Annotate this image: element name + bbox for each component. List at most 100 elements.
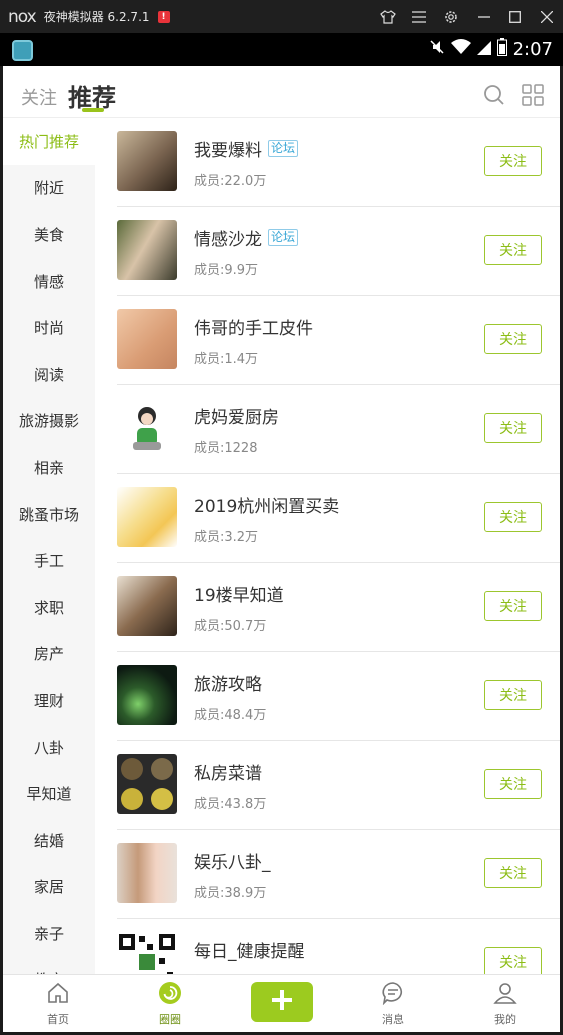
follow-button[interactable]: 关注 bbox=[484, 769, 542, 799]
nav-circle-label: 圈圈 bbox=[159, 1013, 181, 1026]
group-name: 每日_健康提醒 bbox=[194, 942, 305, 962]
follow-button[interactable]: 关注 bbox=[484, 947, 542, 974]
group-thumbnail bbox=[117, 665, 177, 725]
list-item[interactable]: 伟哥的手工皮件 成员:1.4万 关注 bbox=[117, 296, 560, 385]
group-name: 伟哥的手工皮件 bbox=[194, 319, 313, 339]
settings-gear-icon[interactable] bbox=[440, 6, 462, 28]
nav-messages[interactable]: 消息 bbox=[353, 975, 433, 1032]
minimize-icon[interactable] bbox=[473, 6, 495, 28]
chat-bubble-icon bbox=[381, 981, 405, 1009]
list-item[interactable]: 我要爆料 论坛 成员:22.0万 关注 bbox=[117, 118, 560, 207]
sidebar-item-handcraft[interactable]: 手工 bbox=[3, 537, 95, 584]
sidebar-item-fashion[interactable]: 时尚 bbox=[3, 304, 95, 351]
list-item[interactable]: 19楼早知道 成员:50.7万 关注 bbox=[117, 563, 560, 652]
group-name: 虎妈爱厨房 bbox=[194, 408, 279, 428]
list-item[interactable]: 旅游攻略 成员:48.4万 关注 bbox=[117, 652, 560, 741]
app-notification-icon bbox=[12, 40, 33, 61]
nav-mine-label: 我的 bbox=[494, 1013, 516, 1026]
plus-icon bbox=[270, 988, 294, 1016]
sidebar-item-emotion[interactable]: 情感 bbox=[3, 258, 95, 305]
category-sidebar: 热门推荐 附近 美食 情感 时尚 阅读 旅游摄影 相亲 跳蚤市场 手工 求职 房… bbox=[3, 118, 95, 974]
sidebar-item-real-estate[interactable]: 房产 bbox=[3, 631, 95, 678]
nox-logo: nox bbox=[8, 6, 37, 27]
sidebar-item-education[interactable]: 教育 bbox=[3, 957, 95, 974]
circle-swirl-icon bbox=[158, 981, 182, 1009]
member-count: 成员:22.0万 bbox=[194, 174, 267, 189]
skin-shirt-icon[interactable] bbox=[377, 6, 399, 28]
list-item[interactable]: 2019杭州闲置买卖 成员:3.2万 关注 bbox=[117, 474, 560, 563]
clock: 2:07 bbox=[512, 39, 553, 60]
sidebar-item-food[interactable]: 美食 bbox=[3, 211, 95, 258]
follow-button[interactable]: 关注 bbox=[484, 858, 542, 888]
search-icon[interactable] bbox=[483, 84, 505, 106]
group-name: 私房菜谱 bbox=[194, 764, 262, 784]
follow-button[interactable]: 关注 bbox=[484, 413, 542, 443]
top-bar: 关注 推荐 bbox=[3, 66, 560, 118]
member-count: 成员:48.4万 bbox=[194, 708, 267, 723]
member-count: 成员:1228 bbox=[194, 441, 258, 456]
member-count: 成员:43.8万 bbox=[194, 797, 267, 812]
group-thumbnail bbox=[117, 843, 177, 903]
group-name: 19楼早知道 bbox=[194, 586, 284, 606]
group-thumbnail bbox=[117, 932, 177, 974]
sidebar-item-nearby[interactable]: 附近 bbox=[3, 165, 95, 212]
battery-icon bbox=[496, 38, 507, 61]
list-item[interactable]: 每日_健康提醒 关注 bbox=[117, 919, 560, 974]
group-thumbnail bbox=[117, 131, 177, 191]
nav-mine[interactable]: 我的 bbox=[465, 975, 545, 1032]
warning-icon[interactable]: ! bbox=[157, 10, 170, 23]
forum-tag: 论坛 bbox=[268, 140, 299, 157]
group-list: 我要爆料 论坛 成员:22.0万 关注 情感沙龙 论坛 成员:9.9万 关注 伟哥的… bbox=[95, 118, 560, 974]
maximize-icon[interactable] bbox=[504, 6, 526, 28]
emulator-title: 夜神模拟器 6.2.7.1 bbox=[43, 10, 150, 24]
sidebar-item-jobs[interactable]: 求职 bbox=[3, 584, 95, 631]
mute-icon bbox=[429, 39, 445, 60]
android-status-bar: 2:07 bbox=[0, 33, 563, 66]
group-name: 旅游攻略 bbox=[194, 675, 262, 695]
member-count: 成员:50.7万 bbox=[194, 619, 267, 634]
create-post-button[interactable] bbox=[251, 982, 313, 1022]
sidebar-item-flea-market[interactable]: 跳蚤市场 bbox=[3, 491, 95, 538]
sidebar-item-travel-photo[interactable]: 旅游摄影 bbox=[3, 398, 95, 445]
sidebar-item-wedding[interactable]: 结婚 bbox=[3, 817, 95, 864]
follow-button[interactable]: 关注 bbox=[484, 591, 542, 621]
group-thumbnail bbox=[117, 487, 177, 547]
group-thumbnail bbox=[117, 576, 177, 636]
sidebar-item-finance[interactable]: 理财 bbox=[3, 677, 95, 724]
app-screen: 关注 推荐 热门推荐 附近 美食 情感 时尚 阅读 旅游摄影 相亲 跳蚤市场 手… bbox=[3, 66, 560, 1032]
tab-follow[interactable]: 关注 bbox=[21, 84, 57, 110]
group-name: 情感沙龙 bbox=[194, 230, 262, 250]
group-name: 娱乐八卦_ bbox=[194, 853, 271, 873]
group-name: 我要爆料 bbox=[194, 141, 262, 161]
sidebar-item-parenting[interactable]: 亲子 bbox=[3, 910, 95, 957]
menu-icon[interactable] bbox=[408, 6, 430, 28]
member-count: 成员:3.2万 bbox=[194, 530, 259, 545]
nav-circle[interactable]: 圈圈 bbox=[130, 975, 210, 1032]
home-icon bbox=[46, 981, 70, 1009]
follow-button[interactable]: 关注 bbox=[484, 324, 542, 354]
list-item[interactable]: 娱乐八卦_ 成员:38.9万 关注 bbox=[117, 830, 560, 919]
group-thumbnail bbox=[117, 754, 177, 814]
close-icon[interactable] bbox=[536, 6, 558, 28]
sidebar-item-early-news[interactable]: 早知道 bbox=[3, 770, 95, 817]
sidebar-item-reading[interactable]: 阅读 bbox=[3, 351, 95, 398]
list-item[interactable]: 虎妈爱厨房 成员:1228 关注 bbox=[117, 385, 560, 474]
forum-tag: 论坛 bbox=[268, 229, 299, 246]
sidebar-item-dating[interactable]: 相亲 bbox=[3, 444, 95, 491]
member-count: 成员:1.4万 bbox=[194, 352, 259, 367]
follow-button[interactable]: 关注 bbox=[484, 146, 542, 176]
grid-apps-icon[interactable] bbox=[522, 84, 544, 106]
group-thumbnail bbox=[117, 309, 177, 369]
sidebar-item-gossip[interactable]: 八卦 bbox=[3, 724, 95, 771]
group-thumbnail bbox=[117, 220, 177, 280]
follow-button[interactable]: 关注 bbox=[484, 680, 542, 710]
list-item[interactable]: 私房菜谱 成员:43.8万 关注 bbox=[117, 741, 560, 830]
sidebar-item-home[interactable]: 家居 bbox=[3, 864, 95, 911]
list-item[interactable]: 情感沙龙 论坛 成员:9.9万 关注 bbox=[117, 207, 560, 296]
follow-button[interactable]: 关注 bbox=[484, 235, 542, 265]
member-count: 成员:9.9万 bbox=[194, 263, 259, 278]
follow-button[interactable]: 关注 bbox=[484, 502, 542, 532]
tab-active-indicator bbox=[82, 108, 104, 112]
nav-home[interactable]: 首页 bbox=[18, 975, 98, 1032]
sidebar-item-hot[interactable]: 热门推荐 bbox=[3, 118, 95, 165]
